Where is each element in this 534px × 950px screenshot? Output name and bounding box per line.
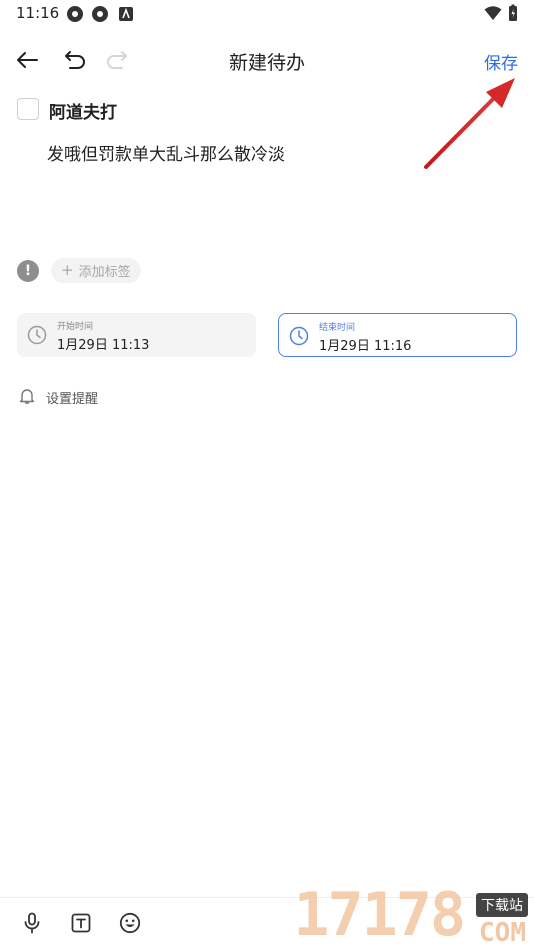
info-icon: ! [17,260,39,282]
text-format-button[interactable] [69,911,93,935]
bell-icon [19,389,35,404]
start-time-card[interactable]: 开始时间 1月29日 11:13 [17,313,256,357]
app-notification-icon [119,7,133,21]
emoji-button[interactable] [118,911,142,935]
set-reminder-button[interactable]: 设置提醒 [46,388,98,407]
annotation-arrow-icon [424,78,515,169]
microphone-icon [24,912,40,934]
page-title: 新建待办 [228,52,305,74]
status-right [484,4,518,22]
end-time-label: 结束时间 [319,323,356,333]
battery-icon [509,4,517,21]
end-time-card[interactable]: 结束时间 1月29日 11:16 [278,313,517,357]
add-tag-label: 添加标签 [78,265,131,280]
text-format-icon [71,913,91,933]
plus-icon: + [61,261,74,279]
start-time-value: 1月29日 11:13 [57,338,150,353]
status-time: 11:16 [16,4,60,22]
start-time-label: 开始时间 [57,322,94,332]
watermark-number: 17178 [293,880,466,950]
clock-icon [27,325,47,345]
clock-icon [289,326,309,346]
add-tag-button[interactable]: + 添加标签 [51,258,141,283]
task-title[interactable]: 阿道夫打 [49,98,117,123]
notification-icon [92,6,108,22]
emoji-icon [119,912,141,934]
notification-icon [67,6,83,22]
watermark-domain: COM [479,918,526,948]
save-button[interactable]: 保存 [484,49,518,74]
task-description[interactable]: 发哦但罚款单大乱斗那么散冷淡 [47,140,285,165]
end-time-value: 1月29日 11:16 [319,339,412,354]
voice-input-button[interactable] [20,911,44,935]
watermark-badge: 下载站 [476,893,528,917]
wifi-icon [484,6,502,20]
task-checkbox[interactable] [17,98,39,120]
